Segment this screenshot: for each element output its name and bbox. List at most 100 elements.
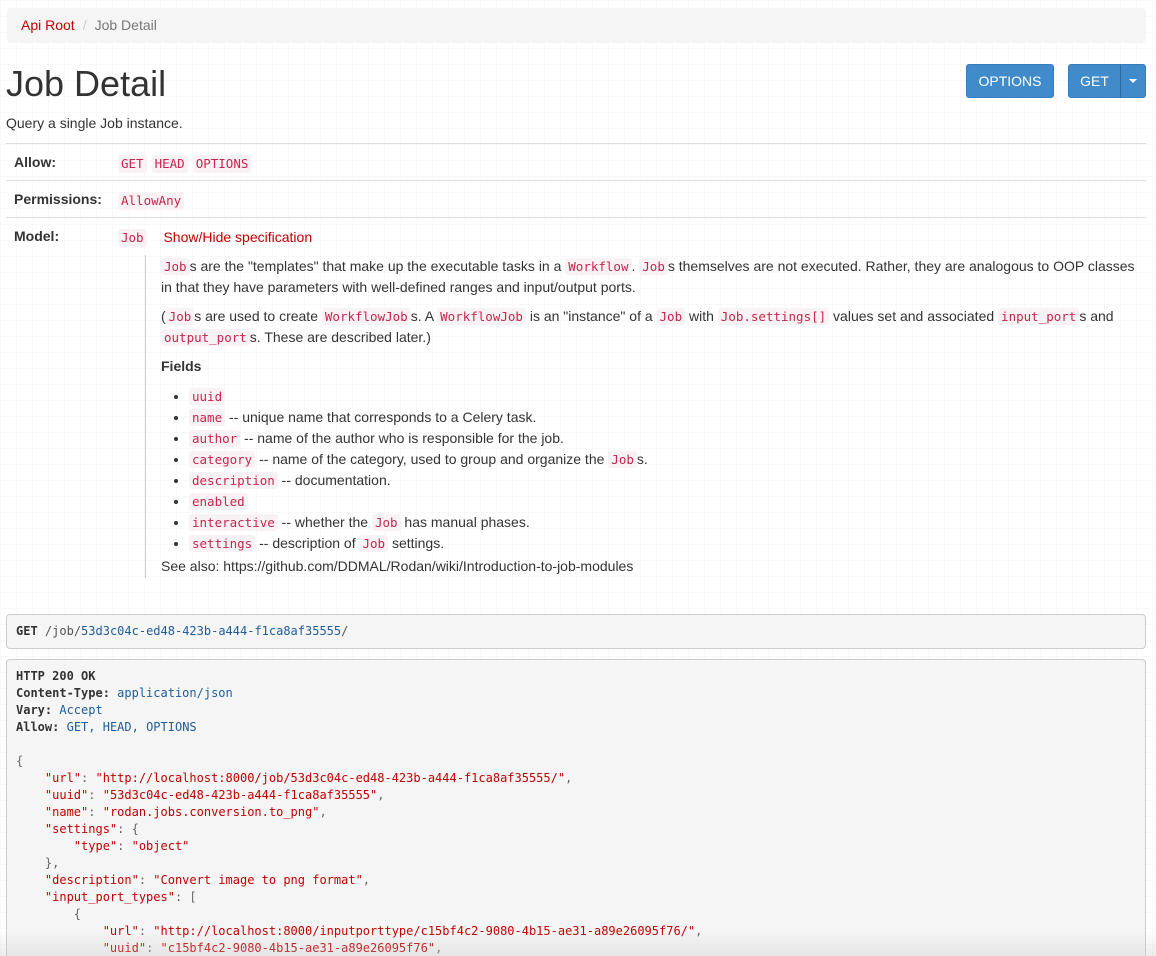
response-body[interactable]: HTTP 200 OK Content-Type: application/jso…	[6, 659, 1146, 956]
toggle-specification-link[interactable]: Show/Hide specification	[163, 229, 312, 245]
json-punct: {	[73, 907, 82, 921]
json-key: "name"	[44, 805, 89, 819]
field-item: settings -- description of Job settings.	[189, 533, 648, 554]
model-name-badge: Job	[118, 229, 147, 247]
spec-text: (	[161, 308, 166, 324]
json-punct: :	[138, 873, 154, 887]
permissions-list: AllowAny	[118, 190, 189, 210]
json-value: "Convert image to png format"	[153, 873, 363, 887]
breadcrumb-current: Job Detail	[94, 17, 157, 33]
get-button[interactable]: GET	[1068, 64, 1121, 98]
field-item: description -- documentation.	[189, 470, 648, 491]
json-value: "53d3c04c-ed48-423b-a444-f1ca8af35555"	[102, 788, 378, 802]
field-item: name -- unique name that corresponds to …	[189, 407, 648, 428]
header-value: GET, HEAD, OPTIONS	[66, 720, 197, 734]
inline-code: Job	[359, 535, 389, 552]
spec-text: s. These are described later.)	[249, 329, 431, 345]
request-info: GET /job/53d3c04c-ed48-423b-a444-f1ca8af…	[6, 614, 1146, 649]
json-punct: [	[189, 890, 197, 904]
request-path-suffix: /	[341, 624, 349, 638]
json-key: "uuid"	[44, 788, 89, 802]
inline-code: Job	[656, 308, 686, 325]
json-line: {	[16, 906, 1136, 923]
json-punct: :	[146, 941, 161, 955]
options-button[interactable]: OPTIONS	[966, 64, 1054, 98]
json-punct: ,	[377, 788, 385, 802]
field-desc: -- name of the author who is responsible…	[240, 430, 564, 446]
inline-code: Job.settings[]	[717, 308, 830, 325]
field-name: description	[189, 472, 278, 489]
json-punct: :	[138, 924, 154, 938]
json-punct: :	[88, 805, 103, 819]
response-header: Vary: Accept	[16, 702, 1136, 719]
json-key: "url"	[102, 924, 139, 938]
field-name: author	[189, 430, 241, 447]
json-line: "description": "Convert image to png for…	[16, 872, 1136, 889]
json-punct: :	[174, 890, 190, 904]
json-line: },	[16, 855, 1136, 872]
spec-paragraph: (Job s are used to create WorkflowJob s. A…	[161, 306, 1141, 348]
inline-code: Job	[161, 258, 190, 275]
field-item: category -- name of the category, used t…	[189, 449, 648, 470]
inline-code: Workflow	[565, 258, 632, 275]
divider	[6, 180, 1146, 181]
json-punct: ,	[435, 941, 443, 955]
fields-list: uuid name -- unique name that correspond…	[161, 386, 648, 554]
method-badge: HEAD	[151, 155, 188, 173]
divider	[6, 143, 1146, 144]
field-name: settings	[189, 535, 256, 552]
inline-code: input_port	[998, 308, 1080, 325]
json-key: "url"	[44, 771, 82, 785]
header-key: Vary:	[16, 703, 53, 717]
json-punct: {	[131, 822, 139, 836]
spec-text: s. A	[410, 308, 438, 324]
permission-badge: AllowAny	[118, 192, 185, 210]
get-format-dropdown-button[interactable]	[1120, 64, 1146, 98]
field-desc: -- documentation.	[277, 472, 391, 488]
json-key: "description"	[44, 873, 139, 887]
json-line: "url": "http://localhost:8000/inputportt…	[16, 923, 1136, 940]
field-desc: s.	[636, 451, 648, 467]
json-punct: {	[16, 754, 24, 768]
model-label: Model:	[14, 228, 60, 244]
json-line: "url": "http://localhost:8000/job/53d3c0…	[16, 770, 1136, 787]
page-description: Query a single Job instance.	[6, 115, 183, 131]
field-desc: -- name of the category, used to group a…	[255, 451, 609, 467]
response-status: HTTP 200 OK	[16, 669, 96, 683]
method-badge: OPTIONS	[192, 155, 252, 173]
breadcrumb-api-root-link[interactable]: Api Root	[21, 17, 75, 33]
json-punct: :	[117, 822, 132, 836]
field-desc: has manual phases.	[400, 514, 530, 530]
header-key: Content-Type:	[16, 686, 110, 700]
json-key: "input_port_types"	[44, 890, 175, 904]
inline-code: Job	[165, 308, 195, 325]
inline-code: WorkflowJob	[437, 308, 526, 325]
field-name: category	[189, 451, 256, 468]
inline-code: output_port	[161, 329, 250, 346]
breadcrumb: Api Root / Job Detail	[7, 8, 1146, 43]
spec-text: is an "instance" of a	[525, 308, 657, 324]
field-desc: -- unique name that corresponds to a Cel…	[225, 409, 537, 425]
header-value: application/json	[117, 686, 233, 700]
allow-label: Allow:	[14, 154, 56, 170]
inline-code: Job	[371, 514, 401, 531]
field-item: author -- name of the author who is resp…	[189, 428, 648, 449]
json-punct: ,	[319, 805, 327, 819]
header-key: Allow:	[16, 720, 60, 734]
json-key: "type"	[73, 839, 118, 853]
field-desc: -- description of	[255, 535, 360, 551]
json-punct: :	[88, 788, 103, 802]
json-line: {	[16, 753, 1136, 770]
field-desc: settings.	[388, 535, 445, 551]
json-key: "settings"	[44, 822, 118, 836]
field-item: uuid	[189, 386, 648, 407]
field-name: interactive	[189, 514, 278, 531]
spec-text: values set and associated	[829, 308, 999, 324]
